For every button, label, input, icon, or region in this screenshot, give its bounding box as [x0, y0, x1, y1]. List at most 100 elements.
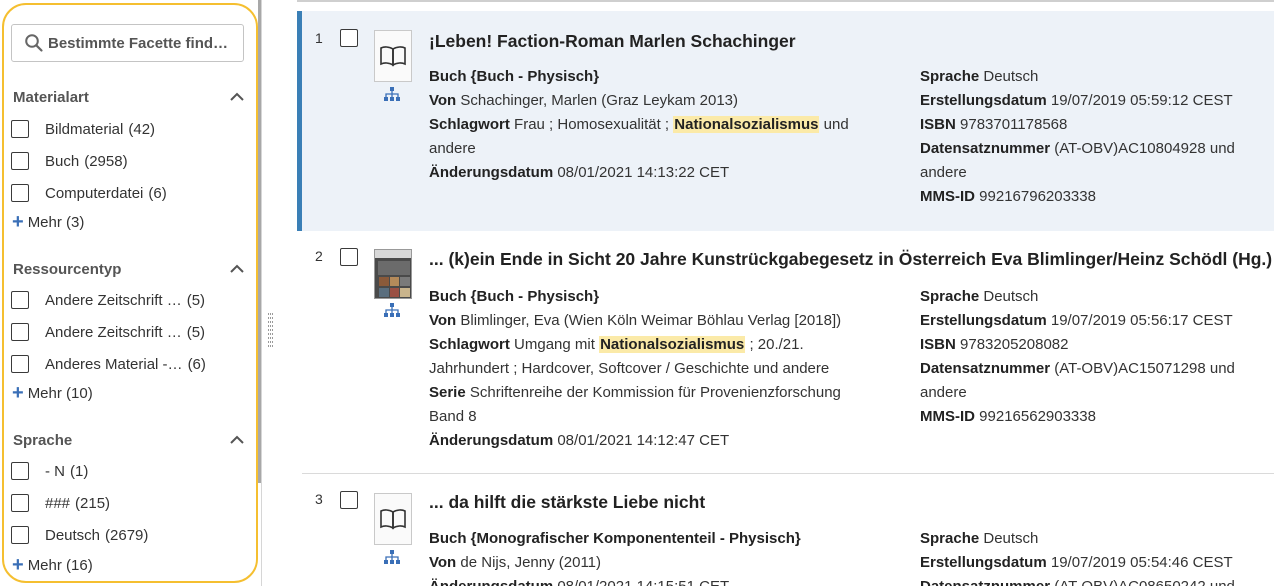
result-title[interactable]: ¡Leben! Faction-Roman Marlen Schachinger	[429, 31, 796, 52]
facet-option-label: Andere Zeitschrift …	[45, 291, 182, 309]
search-term-highlight[interactable]: Nationalsozialismus	[599, 336, 746, 353]
checkbox-icon[interactable]	[11, 120, 29, 138]
facet-search-input[interactable]	[48, 34, 238, 52]
checkbox-icon[interactable]	[11, 291, 29, 309]
result-modified: Änderungsdatum 08/01/2021 14:15:51 CET	[429, 575, 729, 586]
facet-option[interactable]: Computerdatei (6)	[11, 183, 167, 203]
field-label: Datensatznummer	[920, 140, 1051, 157]
result-format: Buch {Buch - Physisch}	[429, 285, 599, 309]
field-label: Änderungsdatum	[429, 164, 554, 181]
series-value[interactable]: Schriftenreihe der Kommission für Proven…	[470, 384, 841, 401]
result-item[interactable]: 1 ¡Leben! Faction-Roman Marlen Schaching…	[297, 11, 1274, 231]
facet-option[interactable]: - N (1)	[11, 461, 88, 481]
result-checkbox[interactable]	[340, 491, 358, 509]
field-label: Sprache	[920, 288, 980, 305]
created-value: 19/07/2019 05:56:17 CEST	[1050, 312, 1233, 329]
field-label: Von	[429, 312, 457, 329]
result-item[interactable]: 3 ... da hilft die stärkste Liebe nicht …	[297, 474, 1274, 586]
result-author: Von Schachinger, Marlen (Graz Leykam 201…	[429, 89, 738, 113]
checkbox-icon[interactable]	[11, 526, 29, 544]
isbn-value: 9783205208082	[960, 336, 1069, 353]
book-cover-thumbnail[interactable]	[374, 249, 412, 299]
format-value: Buch {Monografischer Komponententeil - P…	[429, 530, 801, 547]
result-item[interactable]: 2 ... (k)ein Ende in Sicht 20 Jahre Kuns…	[297, 231, 1274, 473]
record-number-value: (AT-OBV)AC10804928 und	[1054, 140, 1235, 157]
result-created: Erstellungsdatum 19/07/2019 05:54:46 CES…	[920, 551, 1233, 575]
hierarchy-icon[interactable]	[384, 87, 400, 101]
facet-option[interactable]: Anderes Material -… (6)	[11, 354, 206, 374]
record-number-more: andere	[920, 384, 967, 401]
checkbox-icon[interactable]	[11, 323, 29, 341]
facet-more-label: Mehr (10)	[27, 384, 93, 402]
result-checkbox[interactable]	[340, 248, 358, 266]
splitter-handle-icon[interactable]	[268, 313, 274, 349]
facet-option-count: (5)	[186, 323, 206, 341]
result-series-cont: Band 8	[429, 405, 477, 429]
facet-option-count: (1)	[70, 462, 89, 480]
author-value[interactable]: de Nijs, Jenny (2011)	[460, 554, 601, 571]
result-isbn: ISBN 9783701178568	[920, 113, 1067, 137]
field-label: Serie	[429, 384, 466, 401]
checkbox-icon[interactable]	[11, 494, 29, 512]
series-volume[interactable]: Band 8	[429, 408, 477, 425]
sidebar-divider	[261, 0, 262, 586]
subject-more[interactable]: Jahrhundert ; Hardcover, Softcover / Ges…	[429, 360, 829, 377]
field-label: Sprache	[920, 68, 980, 85]
result-author: Von Blimlinger, Eva (Wien Köln Weimar Bö…	[429, 309, 841, 333]
author-value[interactable]: Blimlinger, Eva (Wien Köln Weimar Böhlau…	[460, 312, 841, 329]
checkbox-icon[interactable]	[11, 152, 29, 170]
result-record-number: Datensatznummer (AT-OBV)AC10804928 und	[920, 137, 1235, 161]
facet-option[interactable]: Andere Zeitschrift … (5)	[11, 290, 205, 310]
result-checkbox[interactable]	[340, 29, 358, 47]
checkbox-icon[interactable]	[11, 184, 29, 202]
active-indicator	[297, 11, 302, 231]
facet-option-count: (6)	[148, 184, 167, 202]
facet-option[interactable]: Andere Zeitschrift … (5)	[11, 322, 205, 342]
facet-option[interactable]: Buch (2958)	[11, 151, 128, 171]
subject-value[interactable]: Frau ; Homosexualität ;	[514, 116, 669, 133]
field-label: Datensatznummer	[920, 578, 1050, 586]
facet-more-link[interactable]: + Mehr (3)	[12, 212, 84, 232]
facet-option-label: Buch	[45, 152, 80, 170]
language-value: Deutsch	[983, 68, 1039, 85]
facet-search-box[interactable]	[11, 24, 244, 62]
chevron-up-icon[interactable]	[229, 432, 245, 448]
result-title[interactable]: ... (k)ein Ende in Sicht 20 Jahre Kunstr…	[429, 249, 1272, 270]
facet-option-count: (215)	[75, 494, 111, 512]
result-record-number-cont: andere	[920, 381, 967, 405]
result-series: Serie Schriftenreihe der Kommission für …	[429, 381, 841, 405]
facet-title[interactable]: Ressourcentyp	[13, 261, 121, 278]
search-term-highlight[interactable]: Nationalsozialismus	[673, 116, 820, 133]
facet-option[interactable]: Bildmaterial (42)	[11, 119, 155, 139]
result-number: 1	[315, 30, 323, 46]
author-value[interactable]: Schachinger, Marlen (Graz Leykam 2013)	[460, 92, 738, 109]
subject-more[interactable]: und	[824, 116, 849, 133]
isbn-value: 9783701178568	[960, 116, 1068, 133]
result-mms-id: MMS-ID 99216562903338	[920, 405, 1096, 429]
hierarchy-icon[interactable]	[384, 303, 400, 317]
facet-more-link[interactable]: + Mehr (16)	[12, 555, 93, 575]
facet-more-link[interactable]: + Mehr (10)	[12, 383, 93, 403]
checkbox-icon[interactable]	[11, 462, 29, 480]
subject-more[interactable]: andere	[429, 140, 476, 157]
facet-title[interactable]: Materialart	[13, 89, 89, 106]
result-title[interactable]: ... da hilft die stärkste Liebe nicht	[429, 492, 705, 513]
result-subject: Schlagwort Frau ; Homosexualität ; Natio…	[429, 113, 849, 137]
result-record-number: Datensatznummer (AT-OBV)AC15071298 und	[920, 357, 1235, 381]
results-list: 1 ¡Leben! Faction-Roman Marlen Schaching…	[276, 0, 1274, 586]
record-number-more: andere	[920, 164, 967, 181]
checkbox-icon[interactable]	[11, 355, 29, 373]
facet-option-label: ###	[45, 494, 71, 512]
facet-option[interactable]: ### (215)	[11, 493, 110, 513]
subject-more[interactable]: ; 20./21.	[749, 336, 803, 353]
facet-option-label: - N	[45, 462, 65, 480]
result-thumbnail[interactable]	[374, 493, 412, 545]
subject-value[interactable]: Umgang mit	[514, 336, 595, 353]
facet-title[interactable]: Sprache	[13, 432, 72, 449]
chevron-up-icon[interactable]	[229, 261, 245, 277]
result-thumbnail[interactable]	[374, 30, 412, 82]
facet-option[interactable]: Deutsch (2679)	[11, 525, 148, 545]
hierarchy-icon[interactable]	[384, 550, 400, 564]
chevron-up-icon[interactable]	[229, 89, 245, 105]
result-language: Sprache Deutsch	[920, 527, 1038, 551]
